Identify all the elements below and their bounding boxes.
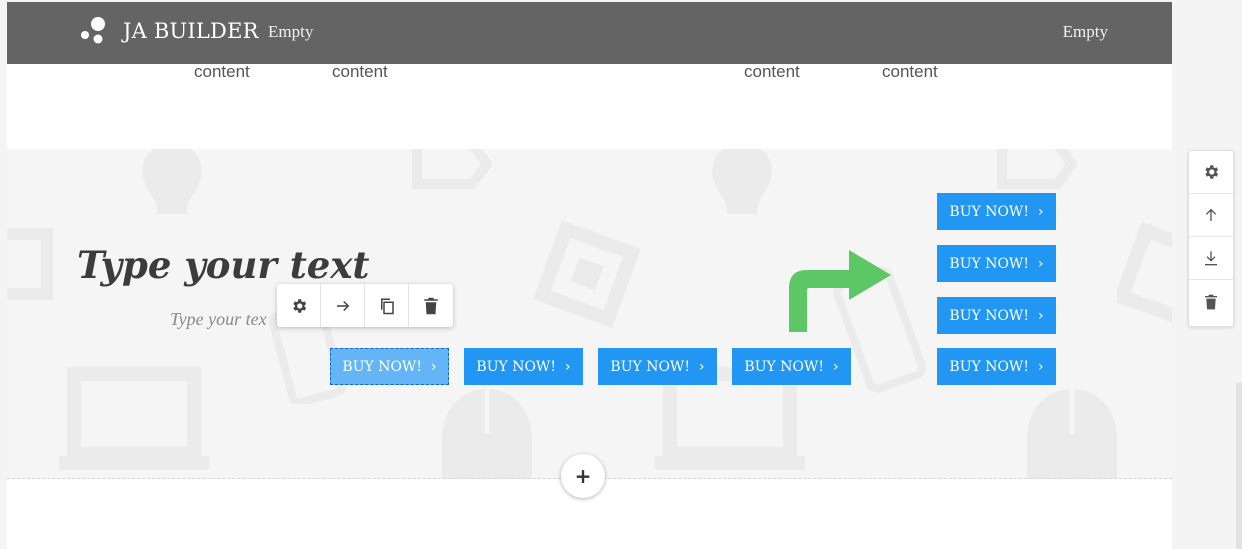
chevron-right-icon: › (1037, 203, 1044, 220)
buy-now-button[interactable]: BUY NOW! › (937, 348, 1056, 385)
tag-bg-icon (412, 149, 492, 189)
buy-now-button[interactable]: BUY NOW! › (937, 297, 1056, 334)
chevron-right-icon: › (430, 358, 437, 375)
tag-bg-icon (997, 149, 1077, 189)
element-duplicate-button[interactable] (365, 284, 409, 327)
ja-builder-logo-icon (81, 17, 105, 44)
element-move-button[interactable] (321, 284, 365, 327)
download-icon (1205, 251, 1217, 266)
section-settings-button[interactable] (1189, 151, 1233, 194)
buy-now-button[interactable]: BUY NOW! › (732, 348, 851, 385)
chip-bg-icon (1117, 221, 1172, 327)
header-subtitle: Empty (268, 22, 314, 41)
gear-icon (292, 298, 306, 313)
trash-icon (1205, 294, 1217, 309)
chevron-right-icon: › (832, 358, 839, 375)
brand-name[interactable]: JA BUILDER (123, 19, 259, 43)
mouse-bg-icon (442, 389, 532, 479)
buy-now-button[interactable]: BUY NOW! › (464, 348, 583, 385)
add-section-button[interactable]: + (561, 454, 605, 498)
content-label: content (332, 62, 388, 81)
section-move-down-button[interactable] (1189, 237, 1233, 280)
content-label: content (744, 62, 800, 81)
chip-bg-icon (7, 228, 53, 300)
site-header: JA BUILDER Empty Empty (7, 2, 1172, 64)
hero-section[interactable]: Type your text Type your tex BUY NOW! › … (7, 149, 1172, 479)
chevron-right-icon: › (698, 358, 705, 375)
button-label: BUY NOW! (949, 203, 1029, 220)
lightbulb-bg-icon (712, 149, 772, 214)
button-label: BUY NOW! (342, 358, 422, 375)
element-delete-button[interactable] (409, 284, 453, 327)
button-label: BUY NOW! (949, 358, 1029, 375)
hero-heading[interactable]: Type your text (77, 243, 370, 287)
curved-arrow-icon (789, 250, 891, 332)
section-move-up-button[interactable] (1189, 194, 1233, 237)
chevron-right-icon: › (1037, 358, 1044, 375)
content-label: content (194, 62, 250, 81)
button-label: BUY NOW! (476, 358, 556, 375)
content-label: content (882, 62, 938, 81)
copy-icon (380, 298, 394, 314)
scrollbar-thumb[interactable] (1236, 383, 1242, 549)
chevron-right-icon: › (1037, 307, 1044, 324)
hero-subtext[interactable]: Type your tex (170, 309, 267, 330)
buy-now-button-selected[interactable]: BUY NOW! › (330, 348, 449, 385)
button-label: BUY NOW! (744, 358, 824, 375)
mouse-bg-icon (1027, 389, 1117, 479)
laptop-bg-icon (59, 367, 209, 470)
button-label: BUY NOW! (610, 358, 690, 375)
arrow-up-icon (1205, 208, 1217, 221)
trash-icon (424, 297, 438, 314)
element-settings-button[interactable] (277, 284, 321, 327)
arrow-right-icon (336, 300, 349, 311)
chevron-right-icon: › (1037, 255, 1044, 272)
element-toolbar (277, 284, 453, 327)
chevron-right-icon: › (564, 358, 571, 375)
section-toolbar (1188, 150, 1234, 327)
button-label: BUY NOW! (949, 307, 1029, 324)
buy-now-button[interactable]: BUY NOW! › (598, 348, 717, 385)
buy-now-button[interactable]: BUY NOW! › (937, 245, 1056, 282)
header-right-label[interactable]: Empty (1063, 22, 1108, 42)
gear-icon (1205, 165, 1219, 179)
buy-now-button[interactable]: BUY NOW! › (937, 193, 1056, 230)
chip-bg-icon (533, 220, 641, 328)
button-label: BUY NOW! (949, 255, 1029, 272)
lightbulb-bg-icon (142, 149, 202, 214)
section-delete-button[interactable] (1189, 280, 1233, 323)
